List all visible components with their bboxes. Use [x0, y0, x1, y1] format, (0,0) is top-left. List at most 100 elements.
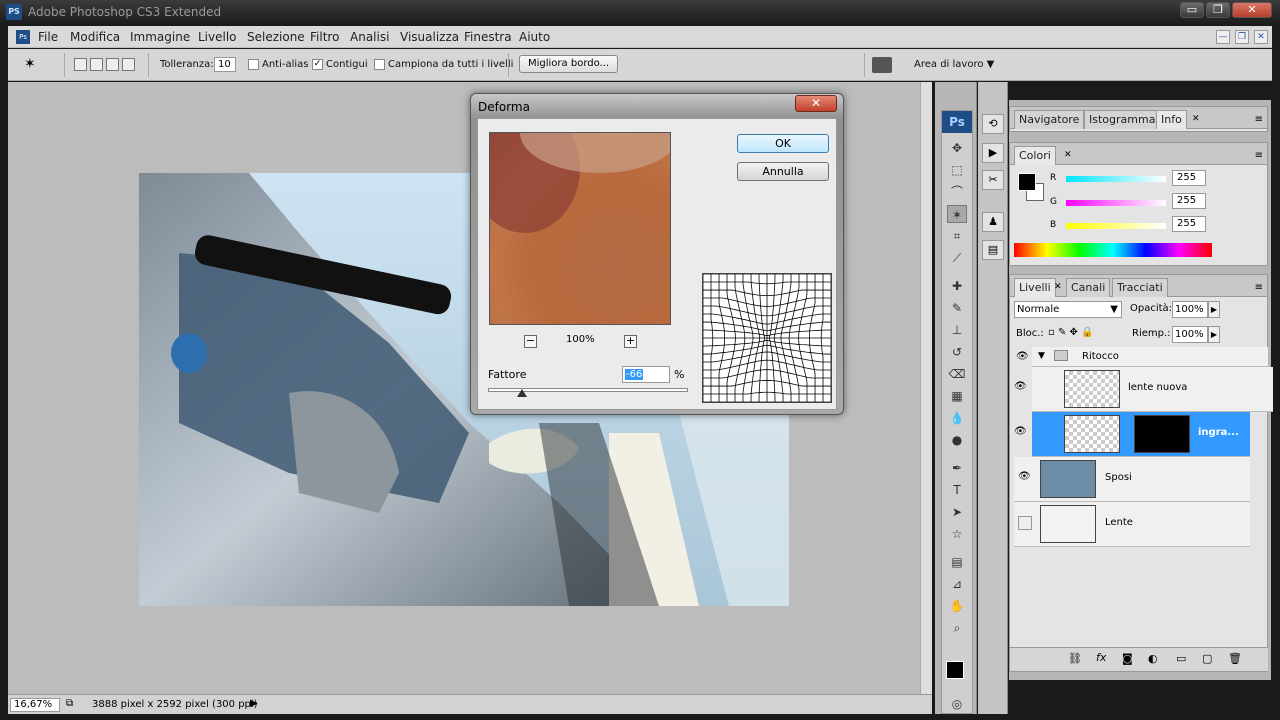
pen-tool-icon[interactable]: ✒	[947, 459, 967, 477]
red-slider[interactable]	[1066, 176, 1166, 182]
menu-immagine[interactable]: Immagine	[130, 30, 190, 44]
link-layers-icon[interactable]: ⛓	[1068, 652, 1082, 665]
layer-row[interactable]: 👁 lente nuova	[1014, 367, 1273, 412]
eyedropper-tool-icon[interactable]: ⊿	[947, 575, 967, 593]
refine-edge-button[interactable]: Migliora bordo...	[519, 55, 619, 73]
menu-selezione[interactable]: Selezione	[247, 30, 305, 44]
menu-modifica[interactable]: Modifica	[70, 30, 120, 44]
tab-livelli[interactable]: Livelli	[1014, 278, 1056, 297]
shape-tool-icon[interactable]: ☆	[947, 525, 967, 543]
eraser-tool-icon[interactable]: ⌫	[947, 365, 967, 383]
menu-finestra[interactable]: Finestra	[464, 30, 512, 44]
tab-colori[interactable]: Colori	[1014, 146, 1056, 165]
layer-row-selected[interactable]: 👁 ingra...	[1014, 412, 1250, 457]
tab-canali[interactable]: Canali	[1066, 278, 1111, 297]
quick-mask-icon[interactable]: ◎	[947, 695, 967, 713]
trash-icon[interactable]: 🗑	[1228, 652, 1242, 665]
layer-mask-thumbnail[interactable]	[1134, 415, 1190, 453]
photoshop-logo-icon[interactable]: Ps	[942, 111, 972, 133]
gradient-tool-icon[interactable]: ▦	[947, 387, 967, 405]
foreground-swatch[interactable]	[1018, 173, 1036, 191]
intersect-selection-icon[interactable]	[122, 58, 135, 71]
close-tab-icon[interactable]: ✕	[1064, 150, 1072, 160]
new-selection-icon[interactable]	[74, 58, 87, 71]
healing-brush-icon[interactable]: ✚	[947, 277, 967, 295]
blue-slider[interactable]	[1066, 223, 1166, 229]
tool-presets-icon[interactable]: ✂	[982, 170, 1004, 190]
move-tool-icon[interactable]: ✥	[947, 139, 967, 157]
doc-minimize-icon[interactable]: —	[1216, 30, 1230, 44]
status-icon[interactable]: ⧉	[66, 698, 73, 709]
layer-style-icon[interactable]: fx	[1096, 651, 1106, 664]
notes-tool-icon[interactable]: ▤	[947, 553, 967, 571]
hand-tool-icon[interactable]: ✋	[947, 597, 967, 615]
menu-file[interactable]: File	[38, 30, 58, 44]
slice-tool-icon[interactable]: ⟋	[947, 249, 967, 267]
blur-tool-icon[interactable]: 💧	[947, 409, 967, 427]
foreground-color-swatch[interactable]	[946, 661, 964, 679]
contiguous-checkbox[interactable]: ✓	[312, 59, 323, 70]
factor-slider-thumb[interactable]	[517, 389, 527, 397]
tab-tracciati[interactable]: Tracciati	[1112, 278, 1168, 297]
layer-row[interactable]: Lente	[1014, 502, 1250, 547]
tab-info[interactable]: Info	[1156, 110, 1187, 129]
opacity-input[interactable]: 100%	[1172, 301, 1208, 318]
zoom-field[interactable]: 16,67%	[10, 698, 60, 712]
layer-row[interactable]: 👁 Sposi	[1014, 457, 1250, 502]
visibility-eye-icon[interactable]: 👁	[1016, 351, 1029, 362]
layer-group-row[interactable]: 👁 ▼ Ritocco	[1016, 347, 1268, 367]
antialias-checkbox[interactable]	[248, 59, 259, 70]
ok-button[interactable]: OK	[737, 134, 829, 153]
add-selection-icon[interactable]	[90, 58, 103, 71]
path-selection-icon[interactable]: ➤	[947, 503, 967, 521]
magic-wand-tool-icon[interactable]: ✶	[947, 205, 967, 223]
maximize-button[interactable]: ❐	[1206, 2, 1230, 18]
filter-preview[interactable]	[489, 132, 671, 325]
document-icon[interactable]: Ps	[16, 30, 30, 44]
doc-restore-icon[interactable]: ❐	[1235, 30, 1249, 44]
visibility-toggle-off[interactable]	[1018, 516, 1032, 530]
zoom-out-button[interactable]: −	[524, 335, 537, 348]
tolerance-input[interactable]: 10	[214, 57, 236, 72]
fill-input[interactable]: 100%	[1172, 326, 1208, 343]
close-window-button[interactable]: ✕	[1232, 2, 1272, 18]
menu-visualizza[interactable]: Visualizza	[400, 30, 459, 44]
close-tab-icon[interactable]: ✕	[1192, 114, 1200, 124]
lasso-tool-icon[interactable]: ⌒	[947, 183, 967, 201]
history-brush-icon[interactable]: ↺	[947, 343, 967, 361]
panel-menu-icon[interactable]: ≡	[1255, 150, 1263, 161]
crop-tool-icon[interactable]: ⌗	[947, 227, 967, 245]
green-slider[interactable]	[1066, 200, 1166, 206]
menu-filtro[interactable]: Filtro	[310, 30, 339, 44]
vertical-scrollbar[interactable]	[920, 82, 932, 694]
history-icon[interactable]: ⟲	[982, 114, 1004, 134]
visibility-eye-icon[interactable]: 👁	[1014, 381, 1028, 395]
green-value[interactable]: 255	[1172, 193, 1206, 209]
subtract-selection-icon[interactable]	[106, 58, 119, 71]
close-tab-icon[interactable]: ✕	[1054, 282, 1062, 292]
opacity-arrow-icon[interactable]: ▶	[1208, 301, 1220, 318]
doc-close-icon[interactable]: ✕	[1254, 30, 1268, 44]
sample-all-layers-checkbox[interactable]	[374, 59, 385, 70]
actions-icon[interactable]: ▶	[982, 143, 1004, 163]
dodge-tool-icon[interactable]: ●	[947, 431, 967, 449]
panel-menu-icon[interactable]: ≡	[1255, 114, 1263, 125]
panel-menu-icon[interactable]: ≡	[1255, 282, 1263, 293]
clone-source-icon[interactable]: ♟	[982, 212, 1004, 232]
new-group-icon[interactable]: ▭	[1176, 652, 1186, 665]
minimize-button[interactable]: ▭	[1180, 2, 1204, 18]
lock-icons[interactable]: ▫ ✎ ✥ 🔒	[1048, 327, 1094, 338]
cancel-button[interactable]: Annulla	[737, 162, 829, 181]
color-spectrum[interactable]	[1014, 243, 1212, 257]
magic-wand-preset-icon[interactable]: ✶	[24, 56, 44, 74]
red-value[interactable]: 255	[1172, 170, 1206, 186]
new-layer-icon[interactable]: ▢	[1202, 652, 1212, 665]
blend-mode-select[interactable]: Normale ▼	[1014, 301, 1122, 318]
type-tool-icon[interactable]: T	[947, 481, 967, 499]
workspace-menu[interactable]: Area di lavoro ▼	[914, 59, 994, 70]
visibility-eye-icon[interactable]: 👁	[1018, 471, 1032, 485]
brush-tool-icon[interactable]: ✎	[947, 299, 967, 317]
fill-arrow-icon[interactable]: ▶	[1208, 326, 1220, 343]
dialog-close-button[interactable]: ✕	[795, 95, 837, 112]
status-menu-arrow-icon[interactable]: ▶	[250, 698, 258, 709]
